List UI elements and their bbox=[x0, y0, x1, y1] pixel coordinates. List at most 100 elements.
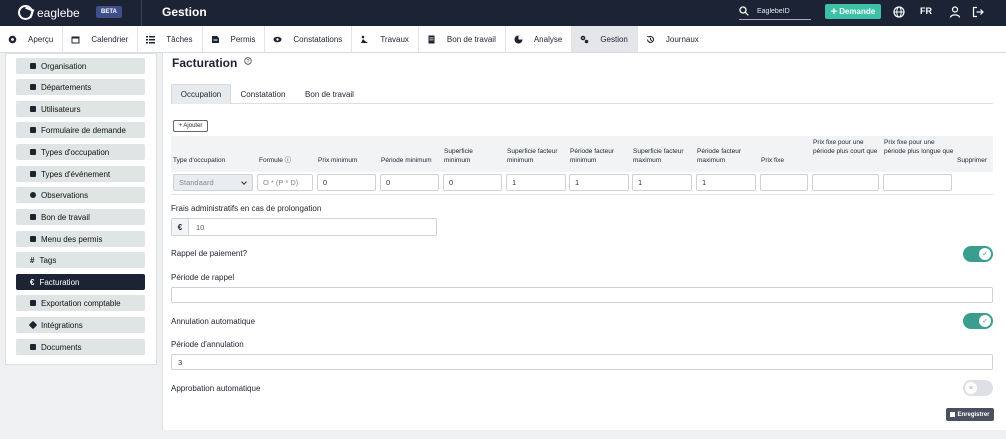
building-icon bbox=[30, 63, 36, 69]
periode-facteur-maximum-input[interactable]: 1 bbox=[696, 174, 756, 191]
nav-calendrier[interactable]: Calendrier bbox=[63, 26, 139, 52]
add-row-button[interactable]: + Ajouter bbox=[173, 120, 208, 132]
frais-input[interactable]: € 10 bbox=[171, 218, 437, 236]
new-request-label: Demande bbox=[839, 7, 876, 16]
nav-gestion[interactable]: Gestion bbox=[572, 26, 638, 52]
nav-label: Bon de travail bbox=[446, 34, 496, 44]
check-icon: ✓ bbox=[979, 248, 991, 260]
approbation-label: Approbation automatique bbox=[171, 384, 261, 393]
search-icon bbox=[739, 6, 749, 16]
sidebar-item-tags[interactable]: # Tags bbox=[16, 252, 145, 268]
billing-tabs: Occupation Constatation Bon de travail bbox=[171, 84, 993, 104]
nav-apercu[interactable]: Aperçu bbox=[0, 26, 64, 52]
brand-logo[interactable]: eaglebe bbox=[18, 5, 80, 20]
nav-constatations[interactable]: Constatations bbox=[265, 26, 353, 52]
works-icon bbox=[361, 35, 369, 43]
nav-bon-de-travail[interactable]: Bon de travail bbox=[419, 26, 506, 52]
logout-icon[interactable] bbox=[971, 5, 985, 19]
nav-analyse[interactable]: Analyse bbox=[506, 26, 573, 52]
save-button[interactable]: Enregistrer bbox=[946, 408, 994, 421]
nav-label: Constatations bbox=[293, 34, 343, 44]
sidebar-item-bon-de-travail[interactable]: Bon de travail bbox=[16, 209, 145, 225]
sidebar-item-label: Observations bbox=[41, 190, 89, 200]
search-input[interactable] bbox=[757, 5, 809, 17]
sidebar-item-integrations[interactable]: Intégrations bbox=[16, 317, 145, 333]
nav-taches[interactable]: Tâches bbox=[138, 26, 203, 52]
sidebar-item-types-occupation[interactable]: Types d'occupation bbox=[16, 144, 145, 160]
nav-label: Tâches bbox=[166, 34, 193, 44]
chevron-down-icon bbox=[241, 179, 247, 185]
close-icon: × bbox=[965, 382, 977, 394]
prix-fixe-long-input[interactable] bbox=[883, 174, 952, 191]
superficie-minimum-input[interactable]: 0 bbox=[443, 174, 502, 191]
sidebar-item-observations[interactable]: Observations bbox=[16, 187, 145, 203]
tab-constatation[interactable]: Constatation bbox=[234, 84, 292, 104]
column-header: Prix fixe pour une période plus court qu… bbox=[813, 139, 878, 155]
column-header: Prix fixe pour une période plus longue q… bbox=[884, 139, 954, 155]
periode-facteur-minimum-input[interactable]: 1 bbox=[569, 174, 629, 191]
event-icon bbox=[30, 171, 36, 177]
occupation-icon bbox=[30, 149, 36, 155]
annulation-toggle[interactable]: ✓ bbox=[963, 313, 993, 329]
sidebar-item-label: Bon de travail bbox=[41, 212, 90, 222]
occupation-type-select[interactable]: Standaard bbox=[173, 174, 253, 191]
language-selector[interactable]: FR bbox=[920, 6, 932, 16]
column-header: Prix fixe bbox=[761, 157, 785, 164]
user-icon[interactable] bbox=[948, 5, 962, 19]
superficie-facteur-maximum-input[interactable]: 1 bbox=[632, 174, 692, 191]
prix-minimum-input[interactable]: 0 bbox=[317, 174, 376, 191]
sidebar-item-menu-permis[interactable]: Menu des permis bbox=[16, 231, 145, 247]
column-header: Période facteur maximum bbox=[697, 148, 742, 164]
sidebar-item-label: Formulaire de demande bbox=[41, 125, 126, 135]
pricing-table-header: Type d'occupation Formule ⓘ Prix minimum… bbox=[171, 136, 993, 172]
rappel-toggle[interactable]: ✓ bbox=[963, 246, 993, 262]
sidebar-item-exportation[interactable]: Exportation comptable bbox=[16, 295, 145, 311]
globe-icon[interactable] bbox=[892, 5, 906, 19]
save-icon bbox=[950, 412, 956, 417]
nav-label: Aperçu bbox=[28, 34, 54, 44]
history-icon bbox=[646, 35, 654, 43]
sidebar-item-label: Menu des permis bbox=[41, 234, 103, 244]
nav-label: Gestion bbox=[600, 34, 628, 44]
approbation-toggle[interactable]: × bbox=[963, 380, 993, 396]
column-header: Supprimer bbox=[957, 157, 987, 164]
tasks-icon bbox=[146, 35, 156, 43]
sidebar-item-utilisateurs[interactable]: Utilisateurs bbox=[16, 101, 145, 117]
superficie-facteur-minimum-input[interactable]: 1 bbox=[506, 174, 566, 191]
document-icon bbox=[428, 35, 435, 43]
nav-label: Calendrier bbox=[91, 34, 129, 44]
sidebar-item-documents[interactable]: Documents bbox=[16, 339, 145, 355]
sidebar-item-organisation[interactable]: Organisation bbox=[16, 58, 145, 74]
nav-permis[interactable]: Permis bbox=[203, 26, 266, 52]
sidebar-item-facturation[interactable]: € Facturation bbox=[16, 274, 145, 290]
menu-icon bbox=[30, 236, 36, 242]
periode-minimum-input[interactable]: 0 bbox=[380, 174, 439, 191]
help-icon[interactable]: ⓘ bbox=[285, 157, 292, 164]
nav-label: Permis bbox=[230, 34, 256, 44]
nav-label: Travaux bbox=[380, 34, 409, 44]
nav-journaux[interactable]: Journaux bbox=[638, 26, 708, 52]
prix-fixe-court-input[interactable] bbox=[812, 174, 879, 191]
periode-rappel-input[interactable] bbox=[171, 287, 993, 303]
prix-fixe-input[interactable] bbox=[760, 174, 808, 191]
column-header: Période facteur minimum bbox=[570, 148, 615, 164]
rappel-label: Rappel de paiement? bbox=[171, 249, 248, 258]
nav-travaux[interactable]: Travaux bbox=[352, 26, 419, 52]
tab-bon-de-travail[interactable]: Bon de travail bbox=[298, 84, 361, 104]
header-divider bbox=[141, 0, 142, 26]
users-icon bbox=[30, 106, 36, 112]
billing-panel: Facturation ? Occupation Constatation Bo… bbox=[162, 53, 1006, 430]
sidebar-item-types-evenement[interactable]: Types d'événement bbox=[16, 166, 145, 182]
calendar-icon bbox=[71, 36, 80, 43]
sidebar-item-formulaire[interactable]: Formulaire de demande bbox=[16, 122, 145, 138]
tab-occupation[interactable]: Occupation bbox=[171, 84, 231, 104]
check-icon: ✓ bbox=[979, 315, 991, 327]
formula-input[interactable]: O * (P * D) bbox=[257, 174, 313, 191]
periode-annulation-input[interactable]: 3 bbox=[171, 354, 993, 370]
new-request-button[interactable]: + Demande bbox=[825, 4, 881, 19]
sidebar-item-departements[interactable]: Départements bbox=[16, 79, 145, 95]
sidebar-item-label: Types d'occupation bbox=[41, 147, 110, 157]
departments-icon bbox=[30, 84, 36, 90]
periode-rappel-label: Période de rappel bbox=[171, 273, 235, 282]
help-icon[interactable]: ? bbox=[244, 57, 252, 65]
